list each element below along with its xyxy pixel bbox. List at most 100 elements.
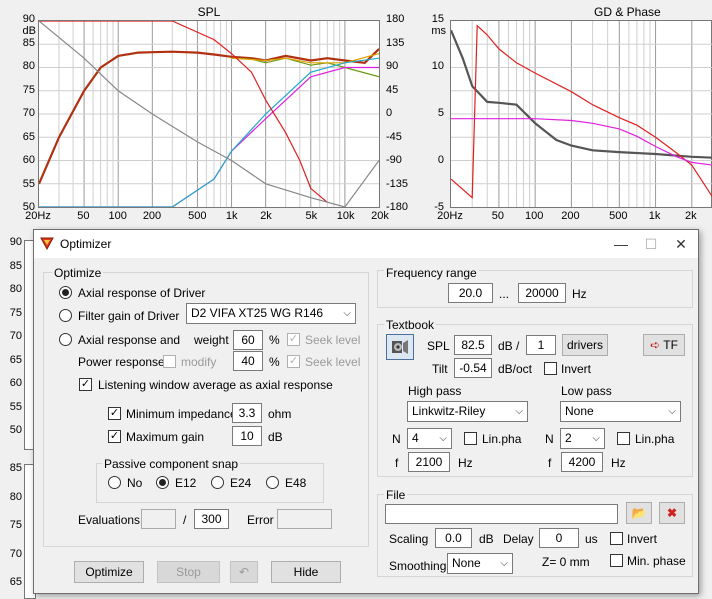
modify-label: modify bbox=[181, 355, 217, 369]
weight-power-field[interactable]: 40 bbox=[233, 351, 263, 371]
stop-button[interactable]: Stop bbox=[157, 561, 220, 583]
driver-select[interactable]: D2 VIFA XT25 WG R146 ⌵ bbox=[186, 303, 356, 324]
window-title: Optimizer bbox=[60, 237, 112, 251]
series-line-1 bbox=[451, 24, 712, 199]
snap-radio-e12[interactable] bbox=[156, 476, 169, 489]
smoothing-select-value: None bbox=[452, 556, 481, 570]
modify-checkbox[interactable] bbox=[163, 355, 176, 368]
chevron-down-icon: ⌵ bbox=[592, 433, 600, 444]
hide-button[interactable]: Hide bbox=[271, 561, 341, 583]
file-path-field[interactable] bbox=[385, 504, 618, 524]
radio-axial-power[interactable] bbox=[59, 333, 72, 346]
lower-ticks-1-label: 80 bbox=[9, 283, 22, 295]
freq-range-unit: Hz bbox=[572, 287, 587, 301]
chevron-down-icon: ⌵ bbox=[500, 558, 508, 569]
spl-chart-pane: SPL dB 90 85 80 75 70 65 60 55 50 180 135 90 45 0 -45… bbox=[0, 0, 414, 228]
radio-filter-gain[interactable] bbox=[59, 309, 72, 322]
lp-freq-field[interactable]: 4200 bbox=[561, 452, 603, 472]
max-gain-unit: dB bbox=[268, 430, 283, 444]
file-invert-checkbox[interactable] bbox=[610, 532, 623, 545]
spl-left-ticks-label: 65 bbox=[22, 130, 35, 143]
spl-x-ticks-label: 20Hz bbox=[25, 210, 51, 222]
snap-radio-e12-label[interactable]: E12 bbox=[175, 476, 196, 490]
snap-radio-no[interactable] bbox=[108, 476, 121, 489]
listening-window-checkbox[interactable]: ✓ bbox=[79, 378, 92, 391]
spl-left-ticks-label: 90 bbox=[22, 13, 35, 25]
gd-left-ticks-label: 0 bbox=[437, 154, 444, 166]
max-gain-field[interactable]: 10 bbox=[232, 426, 262, 446]
optimize-button[interactable]: Optimize bbox=[74, 561, 144, 583]
weight-label: weight bbox=[194, 333, 229, 347]
maximize-button[interactable]: ☐ bbox=[636, 234, 666, 254]
tf-button[interactable]: ➪ TF bbox=[643, 334, 685, 356]
tilt-unit: dB/oct bbox=[498, 362, 533, 376]
optimizer-app-icon bbox=[40, 236, 54, 251]
delay-field[interactable]: 0 bbox=[539, 528, 579, 548]
lp-linpha-checkbox[interactable] bbox=[617, 432, 630, 445]
scaling-field[interactable]: 0.0 bbox=[435, 528, 472, 548]
drivers-count-field[interactable]: 1 bbox=[526, 335, 556, 355]
lower-ticks-1-label: 85 bbox=[9, 259, 22, 272]
lp-order-select[interactable]: 2 ⌵ bbox=[560, 428, 605, 449]
low-pass-select[interactable]: None ⌵ bbox=[560, 401, 681, 422]
smoothing-select[interactable]: None ⌵ bbox=[447, 553, 513, 574]
tilt-field[interactable]: -0.54 bbox=[454, 358, 492, 378]
weight-axial-field[interactable]: 60 bbox=[233, 330, 263, 350]
minimize-button[interactable]: — bbox=[606, 234, 636, 254]
min-impedance-field[interactable]: 3.3 bbox=[232, 403, 262, 423]
min-impedance-checkbox[interactable]: ✓ bbox=[108, 407, 121, 420]
snap-radio-e48-label[interactable]: E48 bbox=[285, 476, 306, 490]
radio-axial-response[interactable] bbox=[59, 286, 72, 299]
open-file-button[interactable]: 📂 bbox=[626, 502, 652, 524]
clear-file-button[interactable]: ✖ bbox=[659, 502, 685, 524]
spl-x-ticks-label: 500 bbox=[188, 210, 207, 222]
spl-plot-area bbox=[38, 20, 380, 208]
min-impedance-unit: ohm bbox=[268, 407, 292, 421]
drivers-button[interactable]: drivers bbox=[562, 334, 608, 356]
textbook-invert-checkbox[interactable] bbox=[544, 362, 557, 375]
evaluations-max-field[interactable]: 300 bbox=[194, 509, 229, 529]
gd-left-ticks-label: 10 bbox=[431, 60, 444, 72]
freq-low-field[interactable]: 20.0 bbox=[448, 283, 493, 303]
freq-high-field[interactable]: 20000 bbox=[518, 283, 566, 303]
lower-ticks-1-label: 60 bbox=[9, 377, 22, 389]
radio-axial-power-label[interactable]: Axial response and bbox=[78, 333, 180, 347]
spl-left-ticks-label: 55 bbox=[22, 177, 35, 190]
lp-freq-label: f bbox=[548, 456, 552, 470]
listening-window-label[interactable]: Listening window average as axial respon… bbox=[98, 378, 333, 392]
hp-linpha-checkbox[interactable] bbox=[464, 432, 477, 445]
snap-radio-e24[interactable] bbox=[211, 476, 224, 489]
hp-order-select[interactable]: 4 ⌵ bbox=[407, 428, 452, 449]
z-offset-label: Z= 0 mm bbox=[542, 555, 590, 569]
snap-radio-no-label[interactable]: No bbox=[127, 476, 142, 490]
lp-order-label: N bbox=[545, 432, 554, 446]
gd-x-ticks-label: 500 bbox=[609, 210, 628, 222]
close-button[interactable]: ✕ bbox=[666, 234, 696, 254]
high-pass-select-value: Linkwitz-Riley bbox=[412, 404, 486, 418]
delay-label: Delay bbox=[503, 532, 534, 546]
high-pass-select[interactable]: Linkwitz-Riley ⌵ bbox=[407, 401, 528, 422]
radio-filter-gain-label[interactable]: Filter gain of Driver bbox=[78, 309, 179, 323]
lp-linpha-label: Lin.pha bbox=[635, 432, 675, 446]
close-red-icon: ✖ bbox=[666, 506, 678, 520]
min-phase-checkbox[interactable] bbox=[610, 554, 623, 567]
undo-button[interactable]: ↶ bbox=[230, 561, 258, 583]
seek-level-power-label: Seek level bbox=[305, 355, 361, 369]
seek-level-power-checkbox[interactable]: ✓ bbox=[287, 355, 300, 368]
radio-axial-response-label[interactable]: Axial response of Driver bbox=[78, 286, 205, 300]
textbook-driver-icon-button[interactable] bbox=[386, 334, 414, 360]
spl-label: SPL bbox=[427, 339, 450, 353]
window-titlebar[interactable]: Optimizer — ☐ ✕ bbox=[34, 230, 698, 258]
spl-field[interactable]: 82.5 bbox=[454, 335, 492, 355]
file-label: File bbox=[384, 488, 408, 502]
chevron-down-icon: ⌵ bbox=[343, 308, 351, 319]
snap-radio-e48[interactable] bbox=[266, 476, 279, 489]
spl-y-unit: dB bbox=[22, 25, 36, 37]
lower-ticks-2-label: 85 bbox=[9, 462, 22, 474]
lower-ticks-2-label: 75 bbox=[9, 519, 22, 531]
max-gain-checkbox[interactable]: ✓ bbox=[108, 430, 121, 443]
snap-radio-e24-label[interactable]: E24 bbox=[230, 476, 251, 490]
seek-level-axial-checkbox[interactable]: ✓ bbox=[287, 333, 300, 346]
scaling-unit: dB bbox=[479, 532, 494, 546]
hp-freq-field[interactable]: 2100 bbox=[408, 452, 450, 472]
